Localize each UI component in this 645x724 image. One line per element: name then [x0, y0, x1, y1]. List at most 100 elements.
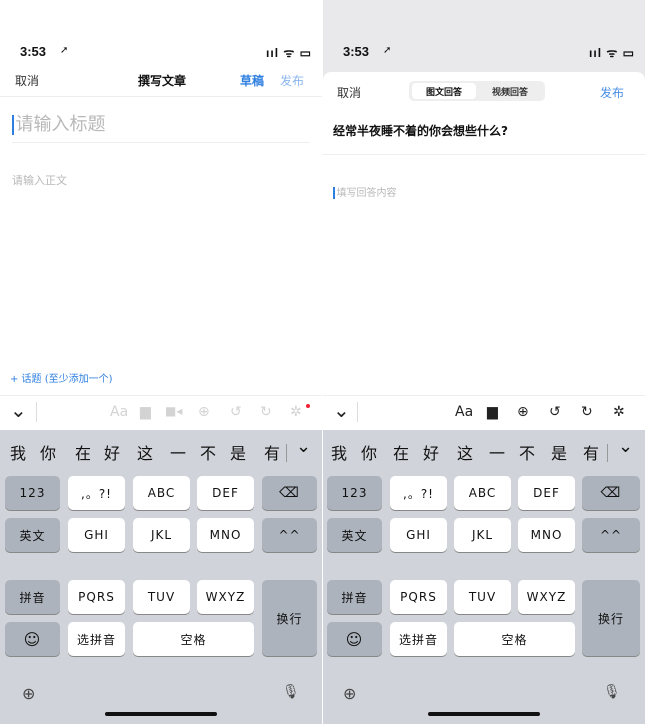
key-enter[interactable]: 换行	[582, 580, 640, 656]
candidate-bar: 我 你 在 好 这 一 不 是 有 ⌄	[323, 430, 645, 474]
undo-icon[interactable]: ↺	[230, 404, 242, 420]
key-mno[interactable]: MNO	[518, 518, 575, 552]
key-punct[interactable]: ,。?!	[390, 476, 447, 510]
tab-video-answer[interactable]: 视频回答	[478, 83, 542, 99]
candidate-item[interactable]: 你	[40, 440, 56, 464]
font-icon[interactable]: Aa	[110, 404, 128, 420]
key-wxyz[interactable]: WXYZ	[518, 580, 575, 614]
key-jkl[interactable]: JKL	[454, 518, 511, 552]
candidate-item[interactable]: 这	[457, 440, 473, 464]
emoji-icon[interactable]: ☺	[5, 622, 60, 656]
candidate-item[interactable]: 这	[137, 440, 153, 464]
key-abc[interactable]: ABC	[454, 476, 511, 510]
key-pinyin[interactable]: 拼音	[327, 580, 382, 614]
text-cursor	[12, 115, 14, 135]
body-input[interactable]: 请输入正文	[12, 172, 67, 188]
candidate-bar: 我 你 在 好 这 一 不 是 有 ⌄	[0, 430, 322, 474]
globe-icon[interactable]: ⊕	[343, 684, 356, 703]
candidate-item[interactable]: 好	[104, 440, 120, 464]
candidate-item[interactable]: 好	[423, 440, 439, 464]
emoji-icon[interactable]: ☺	[327, 622, 382, 656]
publish-button[interactable]: 发布	[600, 84, 624, 101]
divider	[36, 402, 37, 422]
key-123[interactable]: 123	[5, 476, 60, 510]
key-space[interactable]: 空格	[454, 622, 575, 656]
status-bar: 3:53 ➚ ııl ᯤ ▭	[0, 0, 322, 72]
font-icon[interactable]: Aa	[455, 404, 473, 420]
expand-candidates-icon[interactable]: ⌄	[296, 436, 311, 457]
candidate-item[interactable]: 我	[331, 440, 347, 464]
redo-icon[interactable]: ↻	[260, 404, 272, 420]
image-icon[interactable]: ▆	[487, 404, 498, 420]
key-def[interactable]: DEF	[518, 476, 575, 510]
key-mno[interactable]: MNO	[197, 518, 254, 552]
settings-icon[interactable]: ✲	[613, 404, 625, 420]
redo-icon[interactable]: ↻	[581, 404, 593, 420]
cancel-button[interactable]: 取消	[15, 72, 39, 89]
title-input[interactable]: 请输入标题	[12, 110, 106, 136]
divider	[286, 444, 287, 462]
candidate-item[interactable]: 不	[519, 440, 535, 464]
editor-toolbar: ⌄ Aa ▆ ■◂ ⊕ ↺ ↻ ✲	[0, 395, 322, 430]
key-tuv[interactable]: TUV	[133, 580, 190, 614]
cancel-button[interactable]: 取消	[337, 84, 361, 101]
candidate-item[interactable]: 在	[75, 440, 91, 464]
key-pqrs[interactable]: PQRS	[68, 580, 125, 614]
key-english[interactable]: 英文	[5, 518, 60, 552]
candidate-item[interactable]: 一	[170, 440, 186, 464]
draft-button[interactable]: 草稿	[240, 72, 264, 89]
candidate-item[interactable]: 在	[393, 440, 409, 464]
key-tuv[interactable]: TUV	[454, 580, 511, 614]
keyboard: 我 你 在 好 这 一 不 是 有 ⌄ 123 ,。?! ABC DEF ⌫ 英…	[0, 430, 322, 724]
candidate-item[interactable]: 是	[551, 440, 567, 464]
key-abc[interactable]: ABC	[133, 476, 190, 510]
key-pinyin[interactable]: 拼音	[5, 580, 60, 614]
expand-candidates-icon[interactable]: ⌄	[618, 436, 633, 457]
key-123[interactable]: 123	[327, 476, 382, 510]
microphone-icon[interactable]: 🎙	[282, 684, 300, 700]
key-wxyz[interactable]: WXYZ	[197, 580, 254, 614]
candidate-item[interactable]: 是	[230, 440, 246, 464]
globe-icon[interactable]: ⊕	[22, 684, 35, 703]
key-pqrs[interactable]: PQRS	[390, 580, 447, 614]
add-topic-link[interactable]: + 话题 (至少添加一个)	[10, 370, 113, 385]
tab-text-answer[interactable]: 图文回答	[412, 83, 476, 99]
candidate-item[interactable]: 不	[200, 440, 216, 464]
collapse-keyboard-icon[interactable]: ⌄	[10, 398, 27, 422]
key-caret[interactable]: ^^	[262, 518, 317, 552]
key-english[interactable]: 英文	[327, 518, 382, 552]
location-icon: ➚	[60, 45, 69, 56]
settings-icon[interactable]: ✲	[290, 404, 302, 420]
key-caret[interactable]: ^^	[582, 518, 640, 552]
key-select-pinyin[interactable]: 选拼音	[68, 622, 125, 656]
collapse-keyboard-icon[interactable]: ⌄	[333, 398, 350, 422]
microphone-icon[interactable]: 🎙	[603, 684, 621, 700]
key-def[interactable]: DEF	[197, 476, 254, 510]
backspace-icon[interactable]: ⌫	[582, 476, 640, 510]
key-select-pinyin[interactable]: 选拼音	[390, 622, 447, 656]
candidate-item[interactable]: 你	[361, 440, 377, 464]
image-icon[interactable]: ▆	[140, 404, 151, 420]
key-ghi[interactable]: GHI	[68, 518, 125, 552]
add-icon[interactable]: ⊕	[517, 404, 529, 420]
video-icon[interactable]: ■◂	[165, 404, 182, 418]
undo-icon[interactable]: ↺	[549, 404, 561, 420]
key-enter[interactable]: 换行	[262, 580, 317, 656]
publish-button[interactable]: 发布	[280, 72, 304, 89]
candidate-item[interactable]: 一	[489, 440, 505, 464]
key-ghi[interactable]: GHI	[390, 518, 447, 552]
answer-type-switch: 图文回答 视频回答	[409, 81, 545, 101]
backspace-icon[interactable]: ⌫	[262, 476, 317, 510]
key-space[interactable]: 空格	[133, 622, 254, 656]
text-cursor	[333, 187, 335, 199]
answer-input[interactable]: 填写回答内容	[333, 184, 397, 199]
add-icon[interactable]: ⊕	[198, 404, 210, 420]
key-punct[interactable]: ,。?!	[68, 476, 125, 510]
answer-placeholder: 填写回答内容	[336, 188, 397, 199]
key-jkl[interactable]: JKL	[133, 518, 190, 552]
body-placeholder: 请输入正文	[12, 174, 67, 187]
candidate-item[interactable]: 有	[264, 440, 280, 464]
title-placeholder: 请输入标题	[15, 114, 106, 135]
candidate-item[interactable]: 有	[583, 440, 599, 464]
candidate-item[interactable]: 我	[10, 440, 26, 464]
